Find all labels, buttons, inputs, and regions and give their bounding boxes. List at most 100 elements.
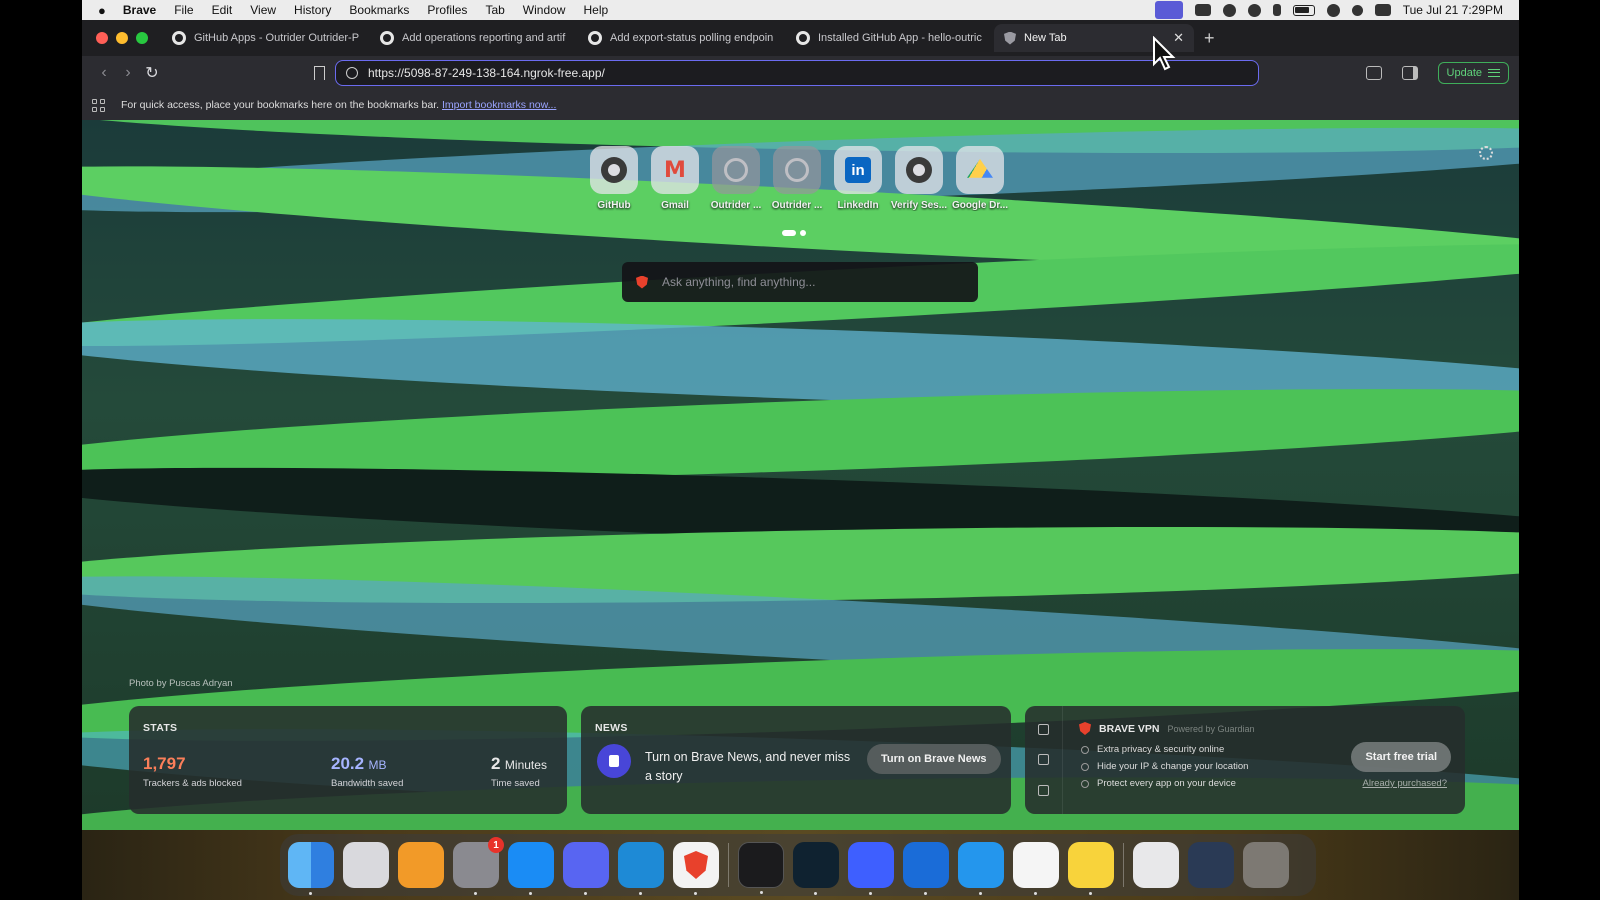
- time-label: Time saved: [491, 778, 540, 789]
- gmail-icon: M: [664, 157, 686, 183]
- bandwidth-label: Bandwidth saved: [331, 778, 404, 789]
- screenshot-stack-icon[interactable]: [1188, 842, 1234, 888]
- site-info-icon[interactable]: [346, 67, 358, 79]
- photo-credit[interactable]: Photo by Puscas Adryan: [129, 678, 233, 689]
- menu-window[interactable]: Window: [514, 0, 575, 20]
- menu-app-name[interactable]: Brave: [114, 0, 165, 20]
- sidebar-toggle-icon[interactable]: [1401, 66, 1418, 80]
- widget-switcher: [1025, 706, 1063, 814]
- pages-icon[interactable]: [398, 842, 444, 888]
- apps-grid-icon[interactable]: [92, 98, 105, 112]
- bluetooth-icon[interactable]: [1272, 4, 1281, 16]
- notes-icon[interactable]: [1068, 842, 1114, 895]
- start-free-trial-button[interactable]: Start free trial: [1351, 742, 1451, 772]
- tab-title: Installed GitHub App - hello-outric: [818, 32, 982, 44]
- alert-widget-icon[interactable]: [1038, 754, 1049, 766]
- onepassword-icon[interactable]: [903, 842, 949, 895]
- forward-button[interactable]: ›: [116, 61, 140, 85]
- launchpad-icon[interactable]: [343, 842, 389, 888]
- ntp-settings-gear-icon[interactable]: [1479, 146, 1493, 160]
- spotlight-search-icon[interactable]: [1351, 4, 1363, 16]
- docker-status-icon[interactable]: [1194, 4, 1211, 16]
- top-site-verify-session[interactable]: Verify Ses...: [891, 146, 947, 211]
- new-tab-button[interactable]: +: [1204, 28, 1215, 49]
- window-controls: [96, 32, 148, 44]
- close-window-button[interactable]: [96, 32, 108, 44]
- browser-toolbar: ‹ › ↻ https://5098-87-249-138-164.ngrok-…: [82, 56, 1519, 90]
- card-widget-icon[interactable]: [1038, 785, 1049, 797]
- finder-icon[interactable]: [288, 842, 334, 895]
- top-site-label: GitHub: [597, 200, 631, 211]
- tab-title: New Tab: [1024, 32, 1067, 44]
- back-button[interactable]: ‹: [92, 61, 116, 85]
- tab-export-status[interactable]: Add export-status polling endpoin: [578, 24, 786, 52]
- nordvpn-status-icon[interactable]: [1247, 3, 1261, 17]
- terminal-icon[interactable]: [738, 842, 784, 894]
- menu-edit[interactable]: Edit: [203, 0, 242, 20]
- slack-icon[interactable]: [1013, 842, 1059, 895]
- trash-icon[interactable]: [1243, 842, 1289, 888]
- url-text[interactable]: https://5098-87-249-138-164.ngrok-free.a…: [368, 66, 605, 80]
- nordvpn-icon[interactable]: [848, 842, 894, 895]
- time-stat: 2 Minutes Time saved: [491, 754, 547, 789]
- dock-separator: [728, 843, 729, 887]
- shield-widget-icon[interactable]: [1038, 723, 1049, 735]
- top-site-label: Outrider ...: [771, 200, 823, 211]
- top-site-gmail[interactable]: M Gmail: [651, 146, 699, 211]
- menu-profiles[interactable]: Profiles: [418, 0, 476, 20]
- globe-icon: [724, 158, 748, 182]
- vscode-icon[interactable]: [618, 842, 664, 895]
- wallet-icon[interactable]: [1365, 66, 1382, 80]
- bookmark-page-icon[interactable]: [314, 66, 325, 80]
- cursor-app-icon[interactable]: [793, 842, 839, 895]
- top-site-google-drive[interactable]: Google Dr...: [952, 146, 1008, 211]
- app-store-icon[interactable]: [508, 842, 554, 895]
- menu-help[interactable]: Help: [574, 0, 617, 20]
- github-icon: [172, 31, 186, 45]
- onepassword-status-icon[interactable]: [1222, 3, 1236, 17]
- zoom-window-button[interactable]: [136, 32, 148, 44]
- top-site-github[interactable]: GitHub: [590, 146, 638, 211]
- address-bar[interactable]: https://5098-87-249-138-164.ngrok-free.a…: [335, 60, 1259, 86]
- menu-tab[interactable]: Tab: [476, 0, 513, 20]
- brave-browser-icon[interactable]: [673, 842, 719, 895]
- top-sites-pager: [782, 230, 806, 236]
- minimize-window-button[interactable]: [116, 32, 128, 44]
- update-menu-button[interactable]: Update: [1437, 62, 1509, 84]
- browser-window: GitHub Apps - Outrider Outrider-P Add op…: [82, 20, 1519, 830]
- system-settings-icon[interactable]: 1: [453, 837, 504, 895]
- discord-icon[interactable]: [563, 842, 609, 895]
- news-icon: [597, 744, 631, 778]
- check-icon: [1081, 745, 1089, 754]
- import-bookmarks-link[interactable]: Import bookmarks now...: [442, 99, 556, 111]
- control-center-icon[interactable]: [1374, 4, 1391, 16]
- menu-bookmarks[interactable]: Bookmarks: [340, 0, 418, 20]
- vpn-title: BRAVE VPN: [1099, 722, 1160, 735]
- check-icon: [1081, 762, 1089, 771]
- menu-bar-clock[interactable]: Tue Jul 21 7:29PM: [1403, 3, 1503, 17]
- tab-operations-reporting[interactable]: Add operations reporting and artif: [370, 24, 578, 52]
- menu-file[interactable]: File: [165, 0, 202, 20]
- reload-button[interactable]: ↻: [140, 61, 164, 85]
- apple-menu-icon[interactable]: ●: [98, 3, 114, 18]
- vpn-feature: Hide your IP & change your location: [1081, 761, 1248, 772]
- top-site-outrider-2[interactable]: Outrider ...: [772, 146, 822, 211]
- google-drive-icon: [967, 159, 993, 178]
- docker-icon[interactable]: [958, 842, 1004, 895]
- pager-dot[interactable]: [800, 230, 806, 236]
- tab-github-apps[interactable]: GitHub Apps - Outrider Outrider-P: [162, 24, 370, 52]
- stats-card: STATS 1,797 Trackers & ads blocked 20.2 …: [129, 706, 567, 814]
- top-site-outrider-1[interactable]: Outrider ...: [711, 146, 761, 211]
- turn-on-brave-news-button[interactable]: Turn on Brave News: [867, 744, 1001, 774]
- screen-recording-icon[interactable]: [1154, 1, 1183, 19]
- wifi-icon[interactable]: [1326, 3, 1340, 17]
- document-file-icon[interactable]: [1133, 842, 1179, 888]
- menu-view[interactable]: View: [241, 0, 285, 20]
- menu-history[interactable]: History: [285, 0, 340, 20]
- battery-icon[interactable]: [1292, 4, 1315, 16]
- ntp-search-box[interactable]: Ask anything, find anything...: [622, 262, 978, 302]
- already-purchased-link[interactable]: Already purchased?: [1363, 778, 1448, 789]
- tab-installed-github-app[interactable]: Installed GitHub App - hello-outric: [786, 24, 994, 52]
- top-site-linkedin[interactable]: in LinkedIn: [834, 146, 882, 211]
- pager-dot-active[interactable]: [782, 230, 796, 236]
